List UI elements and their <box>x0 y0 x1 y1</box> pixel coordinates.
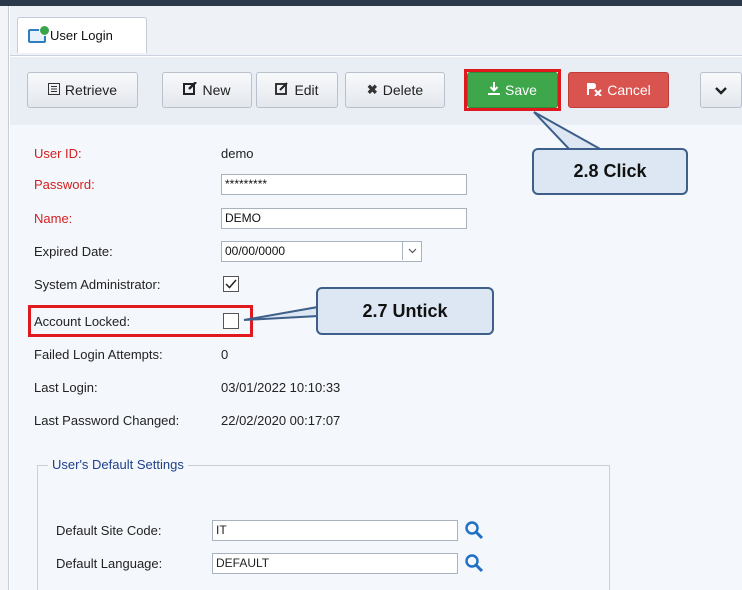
untick-callout: 2.7 Untick <box>316 287 494 335</box>
click-callout: 2.8 Click <box>532 148 688 195</box>
